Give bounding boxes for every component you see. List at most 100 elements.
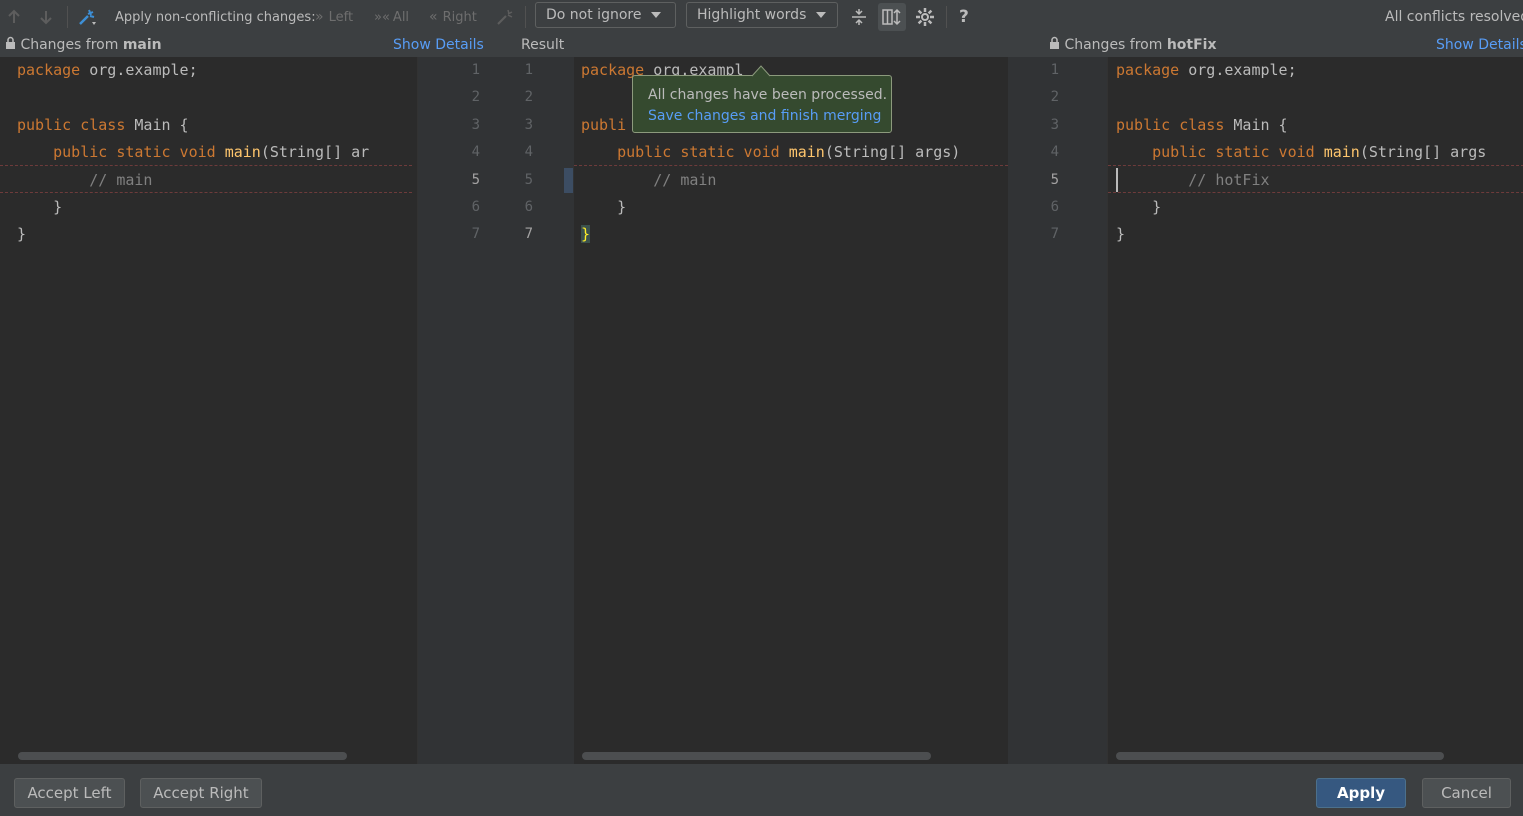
conflict-marker-top [1108,165,1523,166]
toolbar-separator [946,6,947,28]
right-editor[interactable]: package org.example; public class Main {… [1107,57,1523,764]
line-number: 2 [1050,89,1059,105]
popup-pointer [751,65,771,77]
accept-right-button[interactable]: Accept Right [140,778,262,808]
code-line: public static void main(String[] ar [17,143,370,161]
line-number: 5 [471,172,480,188]
apply-right-button[interactable]: « Right [429,0,477,34]
line-number: 1 [1050,62,1059,78]
code-line: public static void main(String[] args [1116,143,1487,161]
result-panel-title: Result [521,37,565,53]
right-panel-title: Changes from hotFix [1049,34,1217,57]
help-icon: ? [959,7,969,27]
right-panel-prefix: Changes from [1064,37,1167,53]
sync-scroll-icon [882,8,901,26]
conflict-marker-top [574,165,1008,166]
popup-message: All changes have been processed. [648,87,888,103]
line-number: 5 [524,172,533,188]
center-gutter: 1 2 3 4 5 6 7 1 2 3 4 5 6 7 [417,57,574,764]
arrow-up-icon [8,9,20,23]
code-line: } [17,225,27,243]
apply-non-conflicting-label: Apply non-conflicting changes: [115,9,316,25]
code-line: } [581,198,627,216]
line-number: 3 [471,117,480,133]
line-number: 3 [1050,117,1059,133]
code-line: } [1116,198,1162,216]
right-horizontal-scrollbar[interactable] [1116,752,1444,760]
code-line: } [1116,225,1126,243]
code-line-changed: // main [17,171,153,189]
previous-difference-button[interactable] [6,0,22,34]
line-number: 6 [524,199,533,215]
apply-left-button[interactable]: » Left [315,0,353,34]
matched-brace: } [581,225,591,243]
save-and-finish-link[interactable]: Save changes and finish merging [648,108,881,124]
line-number: 6 [471,199,480,215]
right-show-details-link[interactable]: Show Details [1436,34,1523,57]
settings-button[interactable] [915,0,935,34]
ignore-whitespace-select[interactable]: Do not ignore [535,2,676,28]
line-number: 5 [1050,172,1059,188]
code-line: package org.example; [1116,61,1297,79]
help-button[interactable]: ? [959,0,969,34]
ignore-whitespace-value: Do not ignore [546,7,642,23]
code-line-changed: // main [581,171,717,189]
double-chevron-left-icon: « [429,9,438,25]
conflict-marker-bottom [1108,192,1523,193]
line-number: 7 [471,226,480,242]
line-number: 6 [1050,199,1059,215]
collapse-unchanged-button[interactable] [850,0,868,34]
left-horizontal-scrollbar[interactable] [18,752,347,760]
line-number: 4 [524,144,533,160]
resolve-automatically-button[interactable] [77,0,99,34]
lock-icon [1050,36,1059,49]
apply-all-button[interactable]: »« All [374,0,409,34]
change-marker [564,168,573,193]
merge-status-text: All conflicts resolved [1385,9,1523,25]
line-number: 4 [471,144,480,160]
panel-headers: Changes from main Show Details Result Ch… [0,34,1523,57]
sync-scroll-toggle[interactable] [878,3,906,31]
code-line: public static void main(String[] args) [581,143,961,161]
magic-resolve-icon [79,9,96,25]
double-chevron-both-icon: »« [374,9,390,25]
result-editor[interactable]: package org.exampl publi public static v… [574,57,1008,764]
left-show-details-link[interactable]: Show Details [393,34,484,57]
line-number: 2 [471,89,480,105]
line-number: 7 [524,226,533,242]
code-line: publi [581,116,627,134]
right-branch-name: hotFix [1166,37,1217,53]
magic-wand-button[interactable] [496,0,514,34]
right-gutter: 1 2 3 4 5 6 7 [1008,57,1107,764]
conflict-marker-top [0,165,412,166]
code-line: public class Main { [17,116,189,134]
chevron-down-icon [816,12,827,18]
result-horizontal-scrollbar[interactable] [582,752,931,760]
code-line: public class Main { [1116,116,1288,134]
next-difference-button[interactable] [38,0,54,34]
left-editor[interactable]: package org.example; public class Main {… [0,57,417,764]
line-number: 1 [471,62,480,78]
lock-icon [6,36,15,49]
line-number: 1 [524,62,533,78]
cancel-button[interactable]: Cancel [1422,778,1511,808]
merge-complete-popup: All changes have been processed. Save ch… [632,65,892,133]
gear-icon [916,8,934,26]
highlight-mode-value: Highlight words [697,7,807,23]
accept-left-button[interactable]: Accept Left [14,778,125,808]
arrow-down-icon [40,11,52,25]
toolbar: Apply non-conflicting changes: » Left »«… [0,0,1523,34]
code-line: } [581,221,591,248]
conflict-marker-bottom [0,192,412,193]
apply-all-label: All [392,9,410,25]
apply-button[interactable]: Apply [1316,778,1406,808]
line-number: 4 [1050,144,1059,160]
code-line: package org.example; [17,61,198,79]
magic-wand-icon [497,9,513,25]
dialog-button-bar: Accept Left Accept Right Apply Cancel [0,764,1523,816]
double-chevron-right-icon: » [315,9,324,25]
highlight-mode-select[interactable]: Highlight words [686,2,838,28]
left-panel-prefix: Changes from [20,37,123,53]
collapse-icon [852,9,866,25]
apply-left-label: Left [328,9,354,25]
